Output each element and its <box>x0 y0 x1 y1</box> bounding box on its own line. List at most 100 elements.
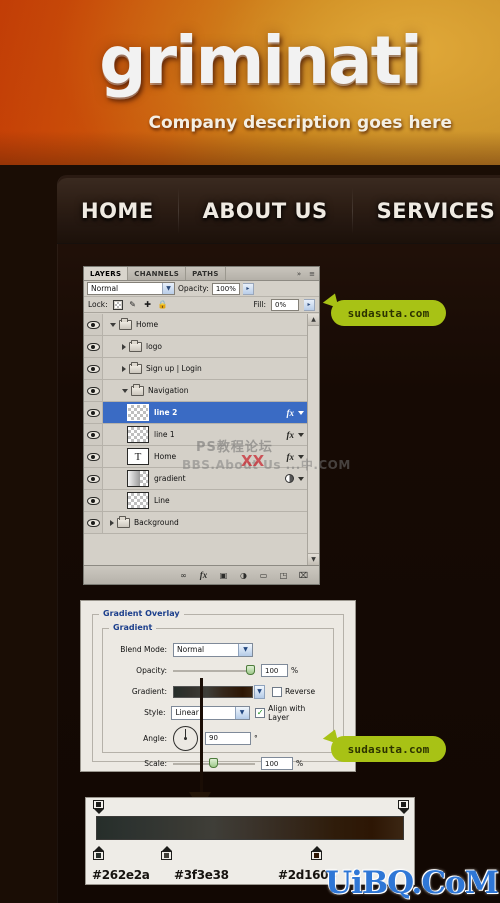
layer-row-home-text[interactable]: T Home fx <box>84 446 307 468</box>
folder-icon <box>131 384 144 396</box>
expand-effects-icon[interactable] <box>298 454 304 459</box>
opacity-slider[interactable] <box>173 664 255 675</box>
layer-row-actions: fx <box>287 424 304 445</box>
disclosure-triangle-icon[interactable] <box>110 322 116 327</box>
color-stop-1[interactable] <box>93 846 104 860</box>
site-logo: griminati <box>99 22 423 99</box>
disclosure-triangle-icon[interactable] <box>122 388 128 393</box>
visibility-toggle-icon[interactable] <box>84 336 103 357</box>
angle-dial[interactable] <box>173 725 198 751</box>
layer-row-gradient[interactable]: gradient <box>84 468 307 490</box>
visibility-toggle-icon[interactable] <box>84 402 103 423</box>
collapse-panel-icon[interactable]: » <box>293 267 305 280</box>
layer-fx-icon[interactable]: fx <box>287 408 295 418</box>
visibility-toggle-icon[interactable] <box>84 358 103 379</box>
nav-item-services[interactable]: SERVICES <box>353 178 500 243</box>
opacity-stop-start[interactable] <box>93 800 104 814</box>
blend-mode-row: Normal ▼ Opacity: 100% ▸ <box>84 281 319 297</box>
opacity-slider-thumb[interactable] <box>246 664 255 675</box>
text-layer-thumbnail[interactable]: T <box>127 448 149 465</box>
layer-style-fx-icon[interactable]: fx <box>198 570 209 581</box>
layer-row-actions: fx <box>287 402 304 423</box>
fill-spinner-icon[interactable]: ▸ <box>304 298 315 311</box>
disclosure-triangle-icon[interactable] <box>122 365 126 372</box>
disclosure-triangle-icon[interactable] <box>110 519 114 526</box>
nav-item-home[interactable]: HOME <box>57 178 178 243</box>
layer-row-line-2[interactable]: line 2 fx <box>84 402 307 424</box>
lock-transparency-icon[interactable] <box>112 299 123 310</box>
delete-layer-icon[interactable]: ⌧ <box>298 570 309 581</box>
angle-input[interactable]: 90 <box>205 731 251 745</box>
scale-input[interactable]: 100 <box>261 757 293 770</box>
tab-paths[interactable]: PATHS <box>186 267 226 280</box>
visibility-toggle-icon[interactable] <box>84 380 103 401</box>
link-layers-icon[interactable]: ∞ <box>178 570 189 581</box>
expand-effects-icon[interactable] <box>298 410 304 415</box>
scale-label: Scale: <box>144 759 167 768</box>
new-group-icon[interactable]: ▭ <box>258 570 269 581</box>
chevron-down-icon[interactable]: ▼ <box>234 706 249 719</box>
blend-mode-select[interactable]: Normal ▼ <box>87 282 175 295</box>
gradient-swatch[interactable] <box>173 685 253 698</box>
opacity-input[interactable]: 100% <box>211 282 240 295</box>
scroll-up-icon[interactable]: ▲ <box>308 314 319 326</box>
align-with-layer-label: Align with Layer <box>268 703 306 722</box>
layer-thumbnail[interactable] <box>127 404 149 421</box>
gradient-preset-chevron-down-icon[interactable]: ▼ <box>254 684 265 699</box>
blend-mode-select[interactable]: Normal ▼ <box>173 642 253 657</box>
visibility-toggle-icon[interactable] <box>84 424 103 445</box>
adjustment-layer-icon[interactable]: ◑ <box>238 570 249 581</box>
lock-brush-icon[interactable]: ✎ <box>128 300 138 310</box>
scale-slider[interactable] <box>173 757 255 768</box>
opacity-stop-end[interactable] <box>398 800 409 814</box>
opacity-input[interactable]: 100 <box>261 664 288 677</box>
scroll-down-icon[interactable]: ▼ <box>308 553 319 565</box>
layer-row-line-1[interactable]: line 1 fx <box>84 424 307 446</box>
layer-fx-icon[interactable]: fx <box>287 452 295 462</box>
layer-row-background[interactable]: Background <box>84 512 307 534</box>
panel-menu-icon[interactable]: ≡ <box>305 267 319 280</box>
layer-row-signup-login[interactable]: Sign up | Login <box>84 358 307 380</box>
nav-item-about-us[interactable]: ABOUT US <box>179 178 352 243</box>
layer-thumbnail[interactable] <box>127 426 149 443</box>
visibility-toggle-icon[interactable] <box>84 314 103 335</box>
visibility-toggle-icon[interactable] <box>84 446 103 467</box>
style-select[interactable]: Linear ▼ <box>171 705 250 720</box>
opacity-spinner-icon[interactable]: ▸ <box>242 282 254 295</box>
color-stop-3[interactable] <box>311 846 322 860</box>
tab-layers[interactable]: LAYERS <box>84 267 129 280</box>
visibility-toggle-icon[interactable] <box>84 468 103 489</box>
layer-name: logo <box>146 342 163 351</box>
layer-thumbnail[interactable] <box>127 492 149 509</box>
layer-row-line[interactable]: Line <box>84 490 307 512</box>
dialog-title: Gradient Overlay <box>99 609 184 618</box>
layer-row-home-group[interactable]: Home <box>84 314 307 336</box>
tab-channels[interactable]: CHANNELS <box>128 267 187 280</box>
layer-row-logo[interactable]: logo <box>84 336 307 358</box>
align-with-layer-checkbox[interactable]: ✓ <box>255 707 266 718</box>
expand-effects-icon[interactable] <box>298 476 304 481</box>
scale-slider-thumb[interactable] <box>209 757 218 768</box>
add-mask-icon[interactable]: ▣ <box>218 570 229 581</box>
reverse-label: Reverse <box>285 687 316 696</box>
layer-row-navigation[interactable]: Navigation <box>84 380 307 402</box>
lock-move-icon[interactable]: ✚ <box>143 300 153 310</box>
chevron-down-icon[interactable]: ▼ <box>238 643 252 656</box>
layer-list-scrollbar[interactable]: ▲ ▼ <box>307 314 319 565</box>
disclosure-triangle-icon[interactable] <box>122 343 126 350</box>
layer-thumbnail[interactable] <box>127 470 149 487</box>
expand-effects-icon[interactable] <box>298 432 304 437</box>
layer-mask-icon[interactable] <box>285 474 294 483</box>
new-layer-icon[interactable]: ◳ <box>278 570 289 581</box>
gradient-overlay-fieldset: Gradient Overlay Gradient Blend Mode: No… <box>92 609 344 770</box>
gradient-preview-bar[interactable] <box>96 816 404 840</box>
visibility-toggle-icon[interactable] <box>84 512 103 533</box>
color-stop-2[interactable] <box>161 846 172 860</box>
blend-mode-label: Blend Mode: <box>120 645 167 654</box>
lock-all-icon[interactable]: 🔒 <box>158 300 168 310</box>
layer-fx-icon[interactable]: fx <box>287 430 295 440</box>
reverse-checkbox[interactable] <box>272 686 282 697</box>
chevron-down-icon[interactable]: ▼ <box>162 283 174 294</box>
fill-input[interactable]: 0% <box>271 298 299 311</box>
visibility-toggle-icon[interactable] <box>84 490 103 511</box>
